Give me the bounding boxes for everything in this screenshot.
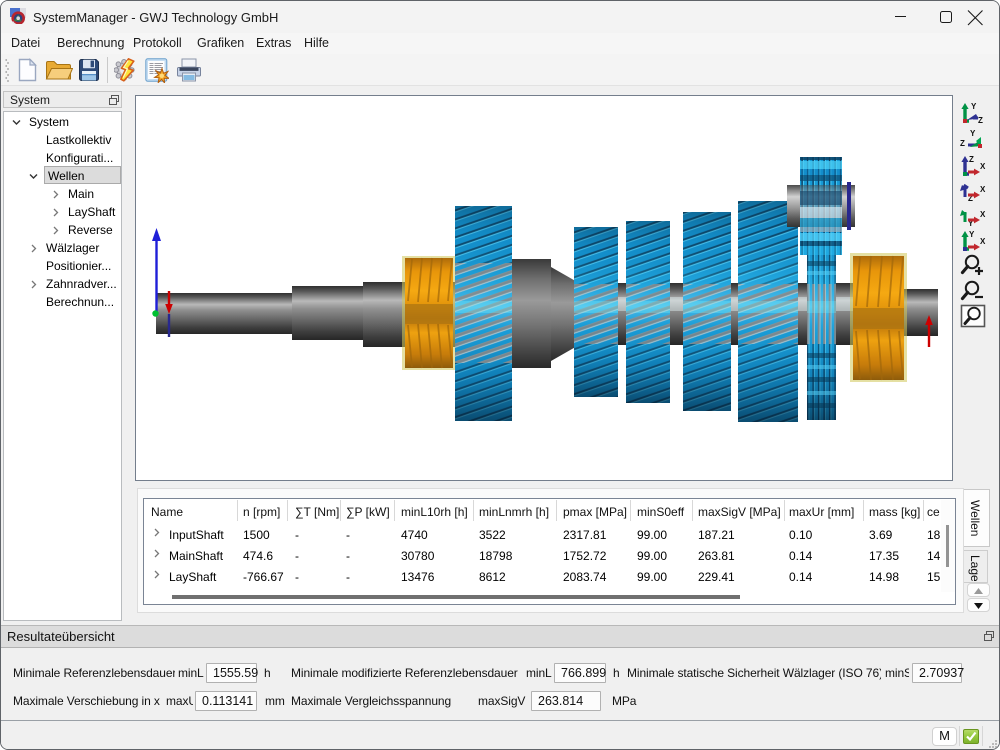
svg-text:Y: Y [971,102,977,111]
svg-text:Z: Z [960,139,965,148]
svg-text:X: X [980,185,986,194]
svg-text:Z: Z [969,155,974,164]
svg-text:X: X [980,210,986,219]
svg-text:Y: Y [970,129,976,138]
svg-text:X: X [980,237,986,246]
svg-text:Y: Y [969,230,975,239]
svg-text:Z: Z [978,116,983,125]
svg-text:X: X [980,162,986,171]
